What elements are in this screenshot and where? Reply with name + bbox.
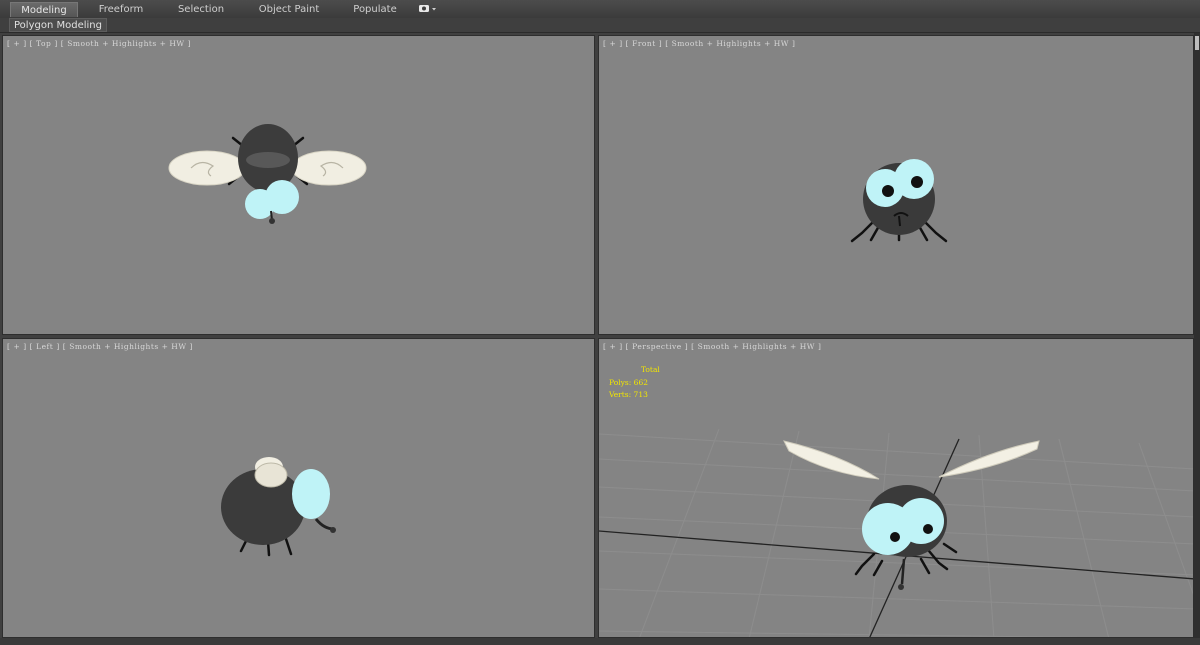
fly-model-left bbox=[221, 457, 336, 557]
viewport-name[interactable]: Top bbox=[36, 39, 51, 48]
bracket: ] bbox=[189, 342, 193, 351]
bracket: [ bbox=[625, 342, 630, 351]
viewport-menu-plus[interactable]: + bbox=[609, 342, 616, 351]
stats-polys: Polys: 662 bbox=[609, 377, 660, 390]
shading-mode[interactable]: Smooth + Highlights + HW bbox=[672, 39, 789, 48]
polys-value: 662 bbox=[633, 377, 648, 387]
polys-label: Polys: bbox=[609, 377, 632, 387]
viewport-area: [+][Top][Smooth + Highlights + HW] [+]… bbox=[0, 33, 1200, 645]
fly-model-front bbox=[850, 159, 948, 243]
bracket: ] bbox=[23, 39, 27, 48]
ribbon-tabs: Modeling Freeform Selection Object Paint… bbox=[0, 0, 1200, 19]
viewport-label-front[interactable]: [+][Front][Smooth + Highlights + HW] bbox=[603, 39, 798, 48]
shading-mode[interactable]: Smooth + Highlights + HW bbox=[67, 39, 184, 48]
bracket: ] bbox=[684, 342, 689, 351]
viewport-top[interactable]: [+][Top][Smooth + Highlights + HW] bbox=[2, 35, 595, 335]
viewport-menu-plus[interactable]: + bbox=[13, 342, 20, 351]
statistics-overlay: Total Polys: 662 Verts: 713 bbox=[609, 364, 660, 402]
bracket: ] bbox=[56, 342, 60, 351]
viewport-label-top[interactable]: [+][Top][Smooth + Highlights + HW] bbox=[7, 39, 194, 48]
shading-mode[interactable]: Smooth + Highlights + HW bbox=[698, 342, 815, 351]
polygon-modeling-tab[interactable]: Polygon Modeling bbox=[9, 18, 107, 32]
bracket: [ bbox=[29, 342, 34, 351]
bracket: [ bbox=[691, 342, 695, 351]
stats-verts: Verts: 713 bbox=[609, 389, 660, 402]
sub-ribbon: Polygon Modeling bbox=[0, 18, 1200, 33]
viewport-label-perspective[interactable]: [+][Perspective][Smooth + Highlights + H… bbox=[603, 342, 824, 351]
fly-model-perspective bbox=[599, 428, 1193, 637]
bottom-strip bbox=[0, 638, 1200, 645]
bracket: [ bbox=[603, 342, 607, 351]
viewport-scrollbar[interactable] bbox=[1194, 33, 1200, 645]
viewport-front[interactable]: [+][Front][Smooth + Highlights + HW] bbox=[598, 35, 1194, 335]
bracket: [ bbox=[62, 342, 67, 351]
bracket: ] bbox=[619, 39, 623, 48]
viewport-perspective[interactable]: [+][Perspective][Smooth + Highlights + H… bbox=[598, 338, 1194, 638]
bracket: ] bbox=[54, 39, 58, 48]
shading-mode[interactable]: Smooth + Highlights + HW bbox=[69, 342, 186, 351]
bracket: ] bbox=[658, 39, 663, 48]
bracket: [ bbox=[60, 39, 65, 48]
bracket: [ bbox=[665, 39, 669, 48]
viewport-menu-plus[interactable]: + bbox=[609, 39, 616, 48]
bracket: [ bbox=[7, 39, 11, 48]
bracket: ] bbox=[817, 342, 822, 351]
bracket: ] bbox=[791, 39, 796, 48]
tab-selection[interactable]: Selection bbox=[170, 2, 232, 17]
tab-object-paint[interactable]: Object Paint bbox=[254, 2, 324, 17]
bracket: [ bbox=[625, 39, 630, 48]
fly-model-top bbox=[168, 124, 367, 224]
verts-value: 713 bbox=[633, 390, 648, 399]
viewport-label-left[interactable]: [+][Left][Smooth + Highlights + HW] bbox=[7, 342, 196, 351]
tab-freeform[interactable]: Freeform bbox=[90, 2, 152, 17]
viewport-left[interactable]: [+][Left][Smooth + Highlights + HW] bbox=[2, 338, 595, 638]
scroll-thumb[interactable] bbox=[1195, 36, 1199, 50]
viewport-name[interactable]: Perspective bbox=[632, 342, 682, 351]
tab-populate[interactable]: Populate bbox=[344, 2, 406, 17]
stats-header: Total bbox=[641, 365, 660, 374]
viewport-name[interactable]: Left bbox=[36, 342, 53, 351]
bracket: [ bbox=[7, 342, 11, 351]
bracket: ] bbox=[187, 39, 192, 48]
tab-modeling[interactable]: Modeling bbox=[10, 2, 78, 17]
bracket: [ bbox=[29, 39, 34, 48]
viewport-name[interactable]: Front bbox=[632, 39, 656, 48]
bracket: ] bbox=[619, 342, 623, 351]
bracket: ] bbox=[23, 342, 27, 351]
bracket: [ bbox=[603, 39, 607, 48]
viewport-menu-plus[interactable]: + bbox=[13, 39, 20, 48]
verts-label: Verts: bbox=[609, 390, 632, 399]
camera-dropdown-icon[interactable] bbox=[417, 3, 441, 15]
